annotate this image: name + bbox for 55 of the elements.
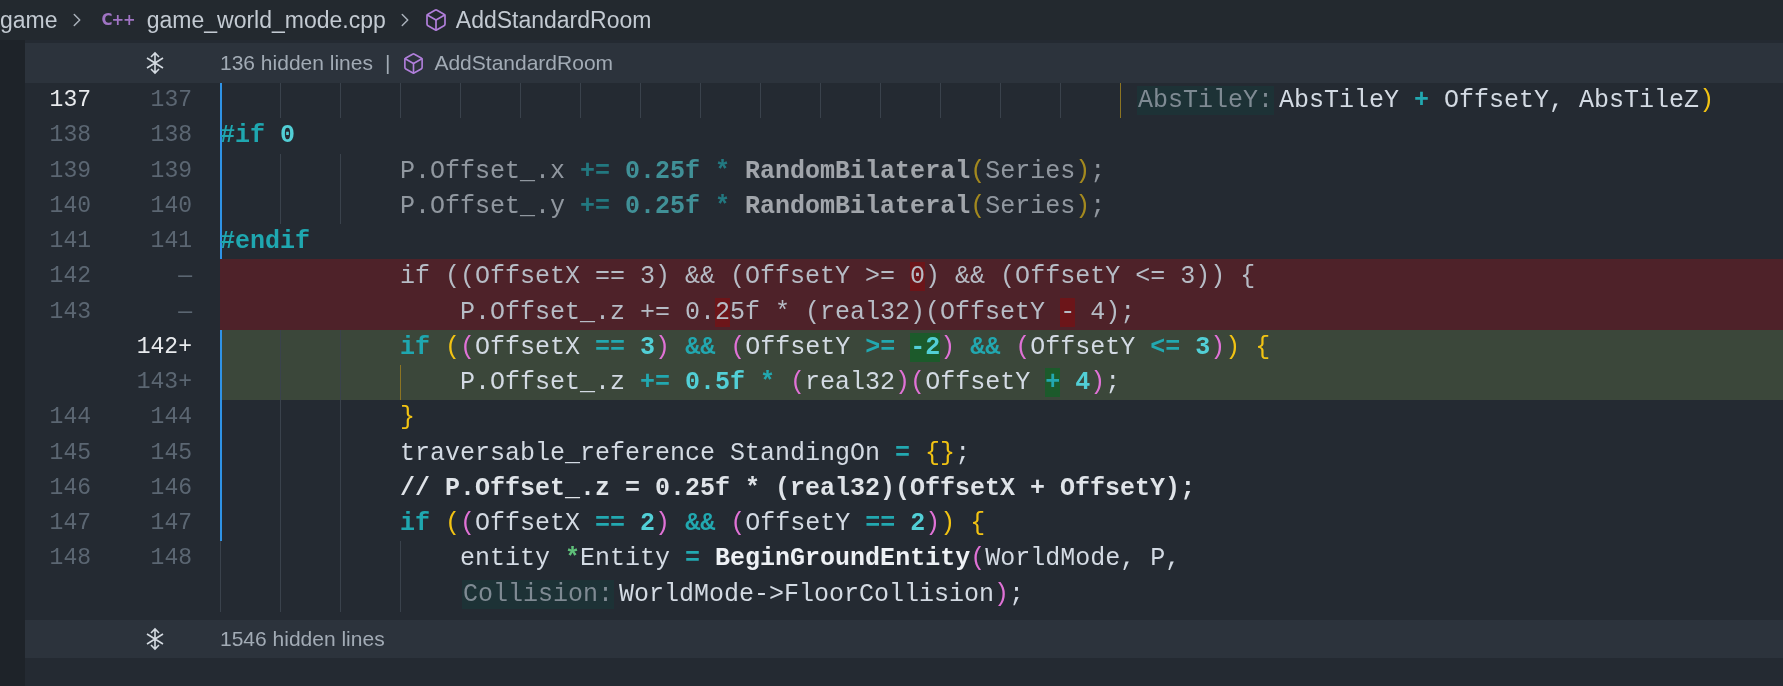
code-text: WorldMode->FloorCollision); (619, 579, 1025, 609)
symbol-label: AddStandardRoom (434, 51, 614, 75)
line-number: 143+ (136, 369, 192, 395)
line-number: 144 (49, 404, 91, 431)
line-number: 139 (150, 157, 192, 184)
line-number: 145 (49, 439, 91, 466)
line-number: 137 (49, 87, 91, 113)
expand-icon[interactable] (144, 51, 166, 75)
code-text: entity *Entity = BeginGroundEntity(WorldMode, P, (460, 544, 1181, 574)
breadcrumb-item[interactable]: AddStandardRoom (455, 6, 652, 34)
inlay-hint: Collision: (462, 579, 615, 609)
line-number: 137 (150, 87, 192, 113)
cpp-file-icon: C++ (101, 11, 135, 29)
code-text: P.Offset_.z += 0.5f * (real32)(OffsetY + 4); (460, 368, 1121, 398)
hidden-lines-label: 1546 hidden lines (220, 626, 385, 651)
line-number: 139 (49, 157, 91, 184)
line-number: 148 (49, 545, 91, 572)
code-text: P.Offset_.y += 0.25f * RandomBilateral(Series); (400, 191, 1106, 221)
line-number: 140 (49, 192, 91, 219)
line-number: 148 (150, 545, 192, 572)
folded-region-banner[interactable]: 136 hidden lines | AddStandardRoom (25, 43, 1783, 83)
separator-label: | (384, 51, 391, 75)
breadcrumb-item[interactable]: game (0, 6, 58, 34)
code-text: P.Offset_.x += 0.25f * RandomBilateral(Series); (400, 156, 1106, 186)
cube-icon (402, 51, 426, 75)
code-text: } (400, 403, 415, 433)
code-text: // P.Offset_.z = 0.25f * (real32)(OffsetX + OffsetY); (400, 473, 1196, 503)
line-number: 147 (150, 510, 192, 536)
line-number: 142 (49, 263, 91, 290)
line-number: 141 (150, 228, 192, 254)
line-number: 144 (150, 404, 192, 431)
breadcrumb-item[interactable]: game_world_mode.cpp (146, 6, 386, 34)
line-number: — (178, 263, 192, 290)
folded-region-banner[interactable]: 1546 hidden lines (25, 619, 1783, 658)
line-number: 147 (49, 510, 91, 536)
code-text: traversable_reference StandingOn = {}; (400, 438, 971, 468)
line-number: 146 (49, 474, 91, 501)
line-number: 138 (150, 122, 192, 149)
line-number: — (178, 298, 192, 325)
inlay-hint: AbsTileY: (1137, 86, 1275, 116)
code-text: AbsTileY + OffsetY, AbsTileZ) (1279, 86, 1715, 116)
cube-icon (423, 8, 448, 32)
code-text: if ((OffsetX == 2) && (OffsetY == 2)) { (400, 509, 986, 539)
line-number: 146 (150, 474, 192, 501)
code-text: if ((OffsetX == 3) && (OffsetY >= 0) && (OffsetY <= 3)) { (400, 262, 1256, 292)
code-text: if ((OffsetX == 3) && (OffsetY >= -2) && (OffsetY <= 3)) { (400, 332, 1271, 362)
code-text: P.Offset_.z += 0.25f * (real32)(OffsetY - 4); (460, 297, 1136, 327)
line-number: 145 (150, 439, 192, 466)
expand-icon[interactable] (144, 626, 166, 651)
line-number: 140 (150, 192, 192, 219)
line-number: 143 (49, 298, 91, 325)
line-number: 142+ (136, 333, 192, 360)
line-number: 138 (49, 122, 91, 149)
line-number: 141 (49, 228, 91, 254)
hidden-lines-label: 136 hidden lines (220, 51, 373, 75)
